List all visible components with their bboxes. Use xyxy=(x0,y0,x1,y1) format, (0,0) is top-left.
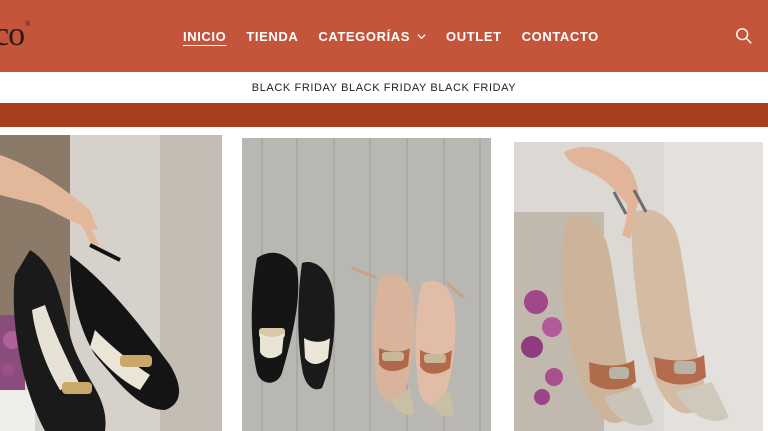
accent-band xyxy=(0,103,768,127)
search-icon[interactable] xyxy=(735,27,753,45)
nav-outlet-label: OUTLET xyxy=(446,28,502,44)
nav-tienda[interactable]: TIENDA xyxy=(246,29,298,44)
product-gallery xyxy=(0,127,768,431)
nav-inicio-label: INICIO xyxy=(183,28,227,44)
nav-categorias[interactable]: CATEGORÍAS xyxy=(318,29,426,44)
site-header: co® INICIO TIENDA CATEGORÍAS OUTLET CONT… xyxy=(0,0,768,72)
shoe-photo-3 xyxy=(514,142,763,431)
nav-contacto-label: CONTACTO xyxy=(521,28,599,44)
nav-contacto[interactable]: CONTACTO xyxy=(522,29,599,44)
nav-tienda-label: TIENDA xyxy=(246,28,299,44)
chevron-down-icon xyxy=(417,33,426,39)
nav-outlet[interactable]: OUTLET xyxy=(446,29,502,44)
gallery-image-2[interactable] xyxy=(242,138,491,431)
shoe-photo-2 xyxy=(242,138,491,431)
gallery-image-3[interactable] xyxy=(514,142,763,431)
shoe-photo-1 xyxy=(0,135,222,431)
main-nav: INICIO TIENDA CATEGORÍAS OUTLET CONTACTO xyxy=(183,0,599,72)
nav-categorias-label: CATEGORÍAS xyxy=(318,28,411,44)
announcement-bar: BLACK FRIDAY BLACK FRIDAY BLACK FRIDAY xyxy=(0,72,768,103)
site-logo[interactable]: co® xyxy=(0,16,31,54)
nav-inicio[interactable]: INICIO xyxy=(183,29,226,44)
gallery-image-1[interactable] xyxy=(0,135,222,431)
announcement-text: BLACK FRIDAY BLACK FRIDAY BLACK FRIDAY xyxy=(251,81,517,94)
